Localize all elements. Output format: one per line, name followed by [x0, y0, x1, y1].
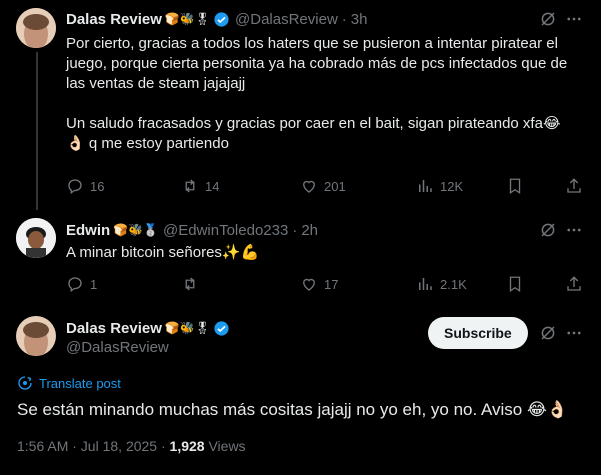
avatar[interactable] — [16, 316, 56, 356]
more-options-icon[interactable] — [565, 221, 583, 239]
more-options-icon[interactable] — [565, 10, 583, 28]
name-emoji-badges: 🍞🐝🎖 — [164, 321, 211, 335]
share-icon — [567, 276, 581, 291]
heart-icon — [303, 180, 315, 193]
repost-button[interactable]: 14 — [181, 177, 219, 195]
verified-badge-icon — [213, 11, 230, 28]
author-handle[interactable]: @DalasReview — [235, 11, 338, 28]
grok-icon[interactable] — [539, 10, 557, 33]
more-options-icon[interactable] — [565, 324, 583, 342]
main-post-text: Se están minando muchas más cositas jaja… — [17, 400, 568, 419]
author-name[interactable]: Dalas Review — [66, 11, 162, 28]
reply-icon — [68, 179, 82, 195]
author-handle[interactable]: @DalasReview — [66, 339, 169, 356]
name-emoji-badges: 🍞🐝🎖 — [164, 12, 211, 26]
bookmark-button[interactable] — [506, 275, 524, 293]
author-name[interactable]: Edwin — [66, 222, 110, 239]
author-handle[interactable]: @EdwinToledo233 — [163, 222, 288, 239]
reply-button[interactable]: 16 — [66, 177, 104, 195]
post-meta: 1:56 AM · Jul 18, 2025 · 1,928 Views — [17, 438, 246, 454]
reply-icon — [68, 277, 82, 293]
views-label: Views — [204, 438, 246, 454]
post-text: Por cierto, gracias a todos los haters q… — [66, 35, 568, 152]
post-time[interactable]: 2h — [301, 222, 318, 239]
translate-post-link[interactable]: Translate post — [17, 375, 121, 391]
subscribe-button[interactable]: Subscribe — [428, 317, 528, 349]
post-header: Dalas Review 🍞🐝🎖 @DalasReview · 3h — [66, 10, 368, 28]
repost-icon — [185, 179, 195, 193]
post-text: A minar bitcoin señores✨💪 — [66, 244, 260, 261]
heart-icon — [303, 278, 315, 291]
verified-badge-icon — [213, 320, 230, 337]
views-count: 1,928 — [169, 438, 205, 454]
repost-icon — [185, 277, 195, 291]
post-header: Dalas Review 🍞🐝🎖 — [66, 319, 230, 337]
name-emoji-badges: 🍞🐝🥈 — [113, 223, 158, 237]
like-button[interactable]: 17 — [300, 275, 338, 293]
share-button[interactable] — [565, 177, 583, 195]
bookmark-icon — [509, 178, 521, 195]
post-timestamp[interactable]: 1:56 AM · Jul 18, 2025 · — [17, 438, 170, 454]
reply-button[interactable]: 1 — [66, 275, 97, 293]
post-header: Edwin 🍞🐝🥈 @EdwinToledo233 · 2h — [66, 221, 318, 239]
avatar[interactable] — [16, 8, 56, 48]
thread-line — [36, 52, 38, 210]
views-chart-icon — [419, 278, 432, 290]
share-button[interactable] — [565, 275, 583, 293]
translate-icon — [18, 376, 32, 390]
avatar[interactable] — [16, 218, 56, 258]
grok-icon[interactable] — [539, 221, 557, 244]
grok-icon[interactable] — [539, 324, 557, 347]
post-time[interactable]: 3h — [351, 11, 368, 28]
views-button[interactable]: 2.1K — [416, 275, 467, 293]
share-icon — [567, 178, 581, 193]
bookmark-button[interactable] — [506, 177, 524, 195]
like-button[interactable]: 201 — [300, 177, 346, 195]
author-name[interactable]: Dalas Review — [66, 320, 162, 337]
views-button[interactable]: 12K — [416, 177, 463, 195]
repost-button[interactable] — [181, 275, 205, 293]
bookmark-icon — [509, 276, 521, 293]
views-chart-icon — [419, 180, 432, 192]
